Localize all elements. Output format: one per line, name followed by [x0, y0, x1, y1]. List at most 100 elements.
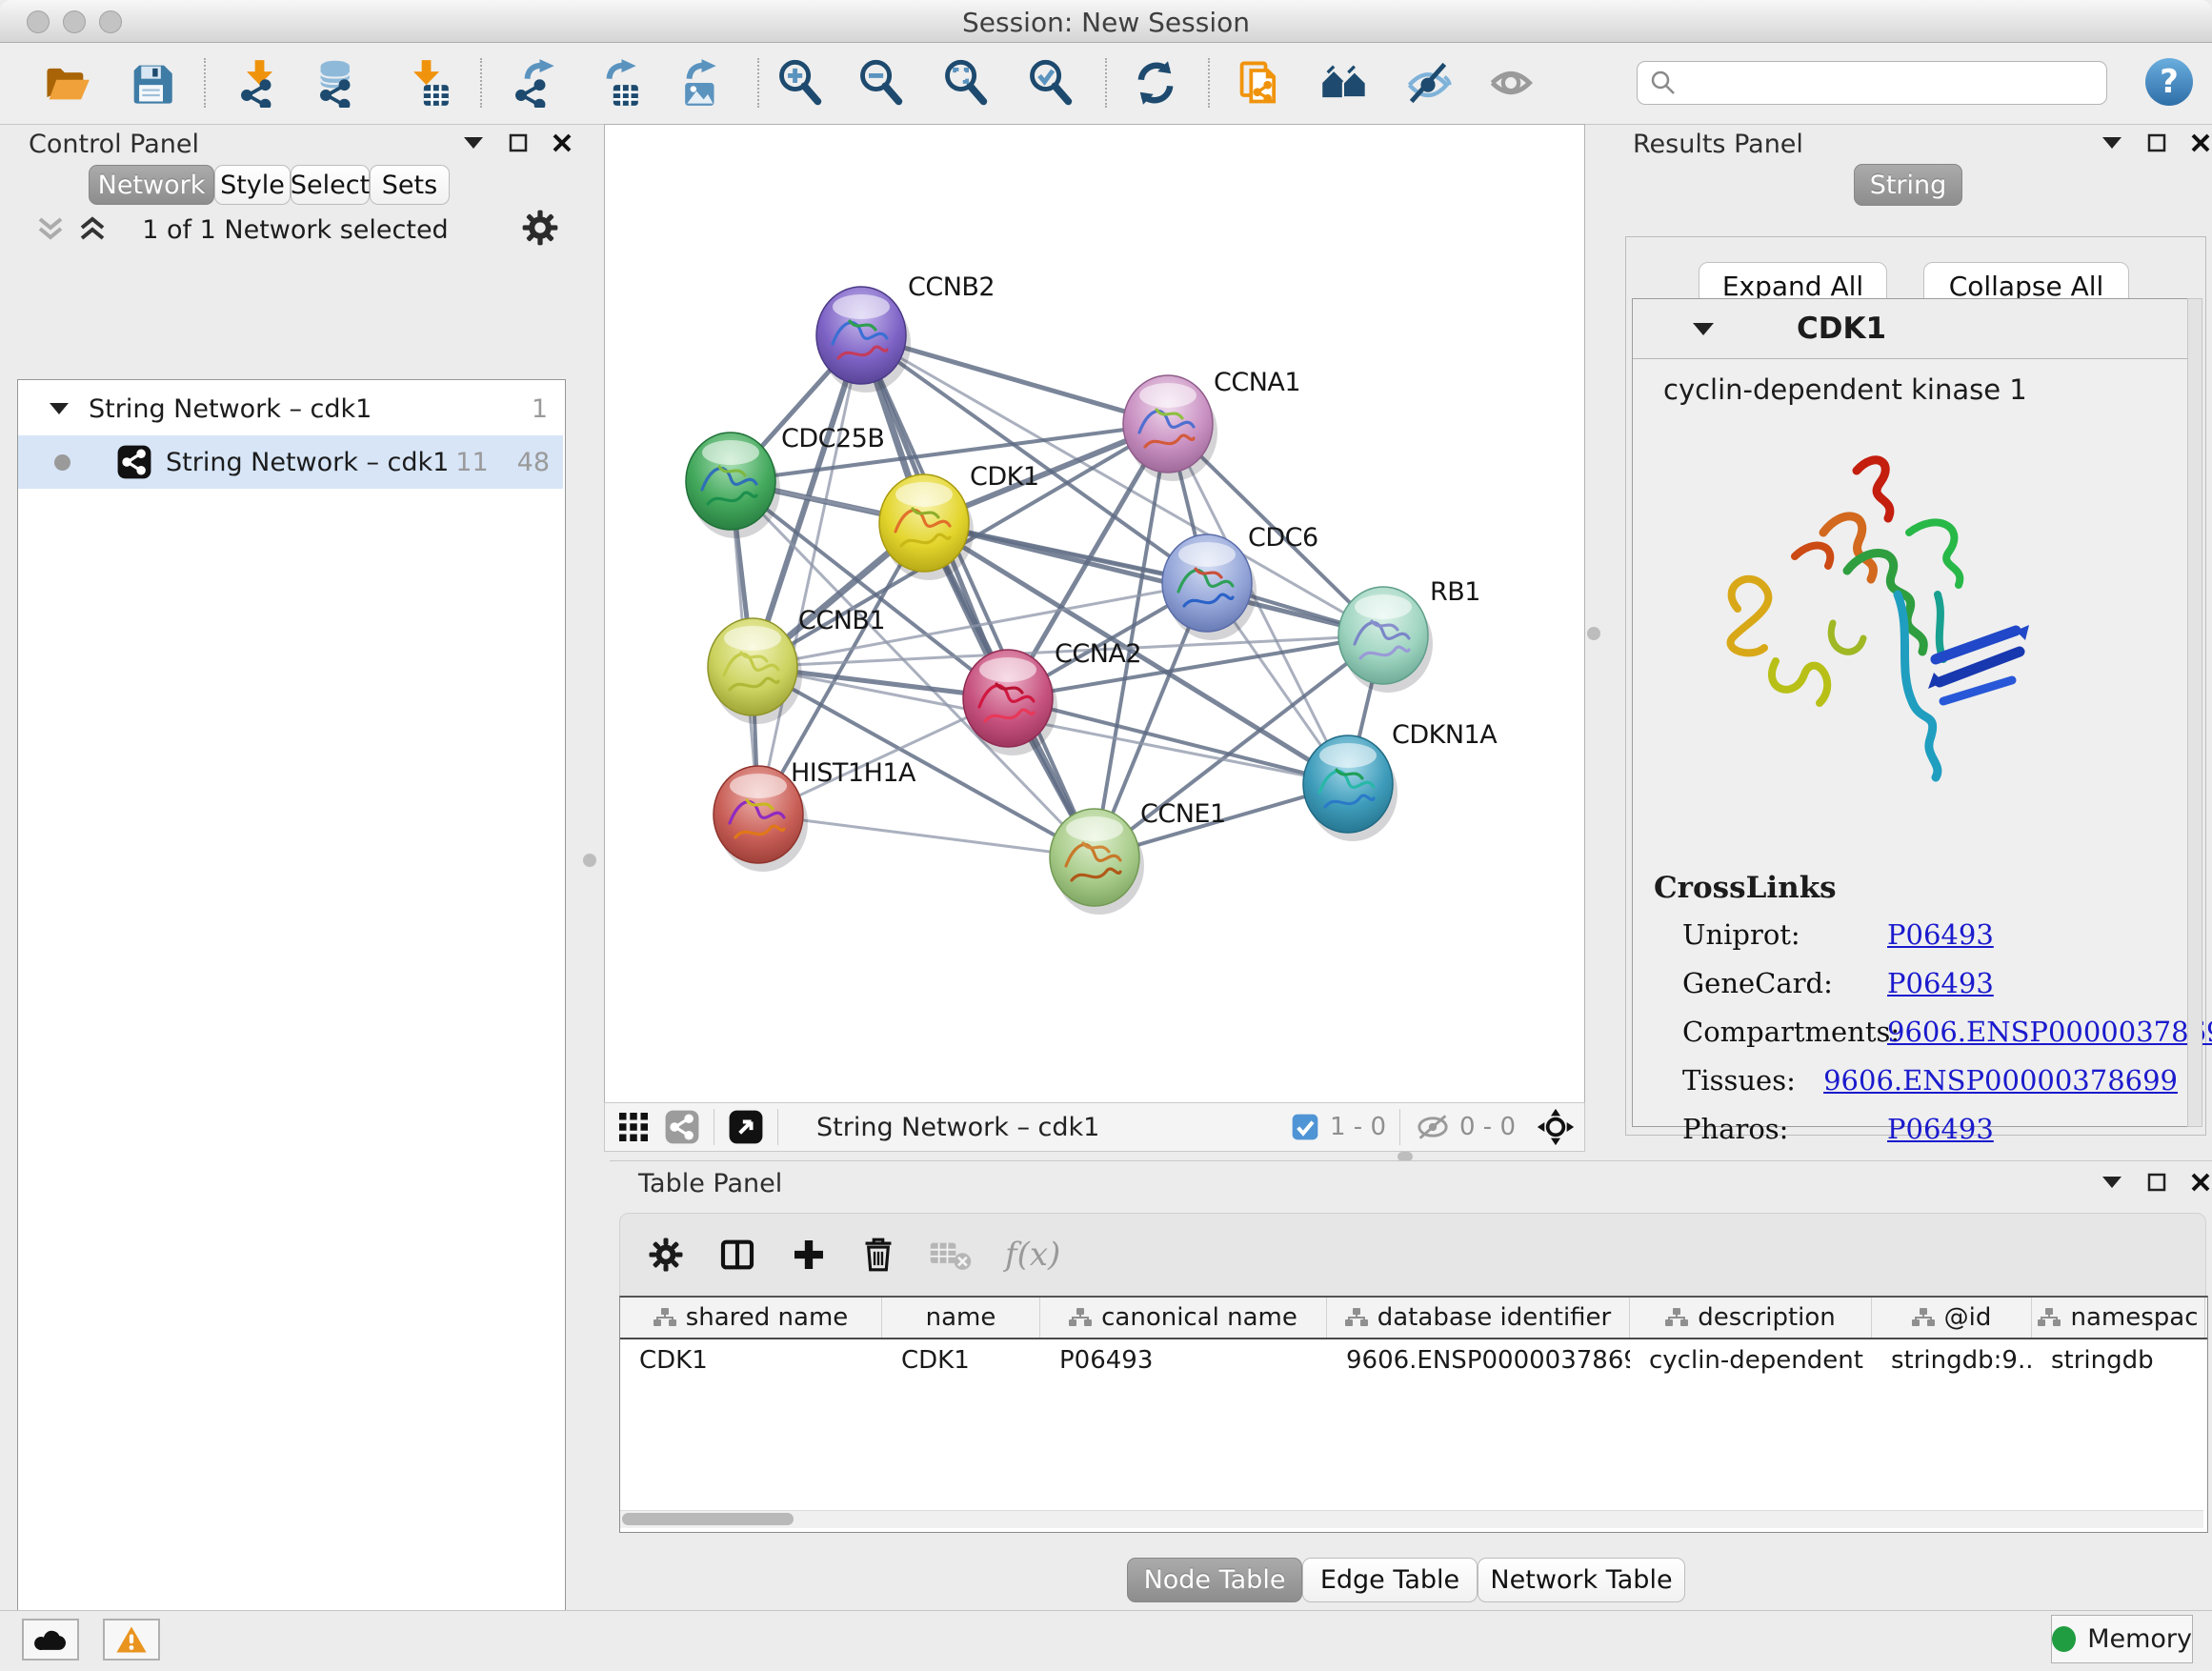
- save-session-button[interactable]: [124, 56, 177, 110]
- network-view-title: String Network – cdk1: [816, 1113, 1099, 1142]
- left-splitter-handle[interactable]: [583, 854, 596, 867]
- table-cell[interactable]: CDK1: [882, 1339, 1040, 1381]
- apply-layout-button[interactable]: [1129, 56, 1182, 110]
- tab-sets[interactable]: Sets: [370, 165, 450, 205]
- tab-string[interactable]: String: [1854, 164, 1962, 206]
- cloud-status-button[interactable]: [22, 1619, 79, 1661]
- crosslink-link[interactable]: 9606.ENSP00000378699: [1823, 1064, 2178, 1097]
- column-header-canonical-name[interactable]: canonical name: [1040, 1298, 1327, 1338]
- network-canvas[interactable]: CCNB2CCNA1CDC25BCDK1CDC6RB1CCNB1CCNA2CDK…: [604, 124, 1585, 1103]
- network-node-cdkn1a[interactable]: [1303, 735, 1398, 841]
- network-row[interactable]: String Network – cdk1 11 48: [18, 435, 563, 489]
- grid-mode-icon[interactable]: [616, 1110, 651, 1144]
- search-input[interactable]: [1687, 68, 2106, 98]
- network-edge[interactable]: [758, 335, 861, 815]
- birds-eye-view-icon[interactable]: [728, 1109, 764, 1145]
- panel-menu-icon[interactable]: [2101, 136, 2122, 150]
- string-query-button[interactable]: [1233, 56, 1286, 110]
- zoom-in-button[interactable]: [774, 56, 827, 110]
- tab-node-table[interactable]: Node Table: [1127, 1558, 1302, 1602]
- zoom-fit-button[interactable]: [939, 56, 993, 110]
- column-header-database-identifier[interactable]: database identifier: [1327, 1298, 1630, 1338]
- column-header-shared-name[interactable]: shared name: [620, 1298, 882, 1338]
- column-header-description[interactable]: description: [1630, 1298, 1872, 1338]
- tab-edge-table[interactable]: Edge Table: [1302, 1558, 1478, 1602]
- collapse-all-icon[interactable]: [36, 215, 69, 244]
- tree-expander-icon[interactable]: [49, 402, 70, 415]
- network-node-ccna2[interactable]: [963, 650, 1057, 755]
- network-collection-row[interactable]: String Network – cdk1 1: [18, 382, 563, 435]
- change-confidence-button[interactable]: [1317, 56, 1371, 110]
- crosslink-link[interactable]: P06493: [1887, 918, 1994, 951]
- shared-column-icon: [1345, 1308, 1368, 1327]
- export-table-button[interactable]: [589, 56, 642, 110]
- network-node-cdc25b[interactable]: [686, 433, 780, 538]
- right-splitter-handle[interactable]: [1587, 627, 1600, 640]
- export-image-button[interactable]: [669, 56, 722, 110]
- panel-menu-icon[interactable]: [463, 136, 484, 150]
- table-horizontal-scrollbar[interactable]: [620, 1510, 2203, 1528]
- results-scrollbar[interactable]: [2187, 298, 2202, 1127]
- float-panel-icon[interactable]: [2147, 133, 2166, 152]
- table-cell[interactable]: stringdb: [2032, 1339, 2205, 1381]
- export-network-button[interactable]: [507, 56, 560, 110]
- tab-network-table[interactable]: Network Table: [1478, 1558, 1685, 1602]
- import-network-icon: [234, 58, 284, 108]
- network-edge[interactable]: [758, 815, 1095, 857]
- delete-column-icon[interactable]: [860, 1235, 896, 1275]
- column-header-namespac[interactable]: namespac: [2032, 1298, 2205, 1338]
- tab-style[interactable]: Style: [214, 165, 291, 205]
- fit-content-crosshair-icon[interactable]: [1537, 1108, 1575, 1146]
- expand-all-icon[interactable]: [78, 215, 111, 244]
- import-network-file-button[interactable]: [232, 56, 286, 110]
- float-panel-icon[interactable]: [2147, 1173, 2166, 1192]
- selected-checkbox-icon[interactable]: [1290, 1112, 1320, 1142]
- crosslink-link[interactable]: P06493: [1887, 1113, 1994, 1145]
- show-columns-icon[interactable]: [717, 1236, 757, 1274]
- network-node-ccna1[interactable]: [1123, 375, 1217, 481]
- scrollbar-thumb[interactable]: [622, 1513, 794, 1525]
- zoom-out-button[interactable]: [855, 56, 908, 110]
- close-panel-icon[interactable]: [2191, 133, 2210, 152]
- section-collapse-icon[interactable]: [1692, 322, 1715, 336]
- network-node-cdk1[interactable]: [879, 474, 974, 580]
- float-panel-icon[interactable]: [509, 133, 528, 152]
- warning-status-button[interactable]: [103, 1619, 160, 1661]
- import-table-button[interactable]: [399, 56, 452, 110]
- table-settings-gear-icon[interactable]: [647, 1236, 685, 1274]
- open-session-button[interactable]: [40, 56, 93, 110]
- zoom-selected-button[interactable]: [1024, 56, 1077, 110]
- network-node-ccnb2[interactable]: [816, 287, 911, 393]
- network-node-cdc6[interactable]: [1162, 534, 1257, 640]
- network-mode-icon[interactable]: [664, 1109, 700, 1145]
- column-header-name[interactable]: name: [882, 1298, 1040, 1338]
- memory-button[interactable]: Memory: [2051, 1615, 2193, 1663]
- crosslink-link[interactable]: P06493: [1887, 967, 1994, 999]
- show-structures-button[interactable]: [1484, 56, 1538, 110]
- table-cell[interactable]: CDK1: [620, 1339, 882, 1381]
- table-cell[interactable]: 9606.ENSP00000378699: [1327, 1339, 1630, 1381]
- control-panel-title: Control Panel: [29, 130, 199, 159]
- crosslink-link[interactable]: 9606.ENSP00000378699: [1887, 1016, 2212, 1048]
- close-panel-icon[interactable]: [553, 133, 572, 152]
- tab-network[interactable]: Network: [89, 165, 214, 205]
- network-node-ccne1[interactable]: [1050, 809, 1144, 915]
- delete-table-icon[interactable]: [929, 1238, 973, 1272]
- table-row[interactable]: CDK1CDK1P064939606.ENSP00000378699cyclin…: [620, 1339, 2207, 1381]
- table-cell[interactable]: P06493: [1040, 1339, 1327, 1381]
- add-column-icon[interactable]: [790, 1236, 828, 1274]
- table-cell[interactable]: cyclin-dependent ...: [1630, 1339, 1872, 1381]
- protein-section-header[interactable]: CDK1: [1633, 299, 2190, 359]
- glass-ball-effect-button[interactable]: [1401, 56, 1455, 110]
- gear-icon[interactable]: [520, 208, 560, 248]
- panel-menu-icon[interactable]: [2101, 1176, 2122, 1189]
- column-header--id[interactable]: @id: [1872, 1298, 2032, 1338]
- table-cell[interactable]: stringdb:9...: [1872, 1339, 2032, 1381]
- tab-select[interactable]: Select: [291, 165, 370, 205]
- help-button[interactable]: ?: [2145, 58, 2193, 106]
- import-network-database-button[interactable]: [312, 56, 365, 110]
- network-node-rb1[interactable]: [1338, 587, 1433, 693]
- close-panel-icon[interactable]: [2191, 1173, 2210, 1192]
- search-field[interactable]: [1637, 61, 2107, 105]
- function-builder-icon[interactable]: f(x): [1005, 1236, 1060, 1274]
